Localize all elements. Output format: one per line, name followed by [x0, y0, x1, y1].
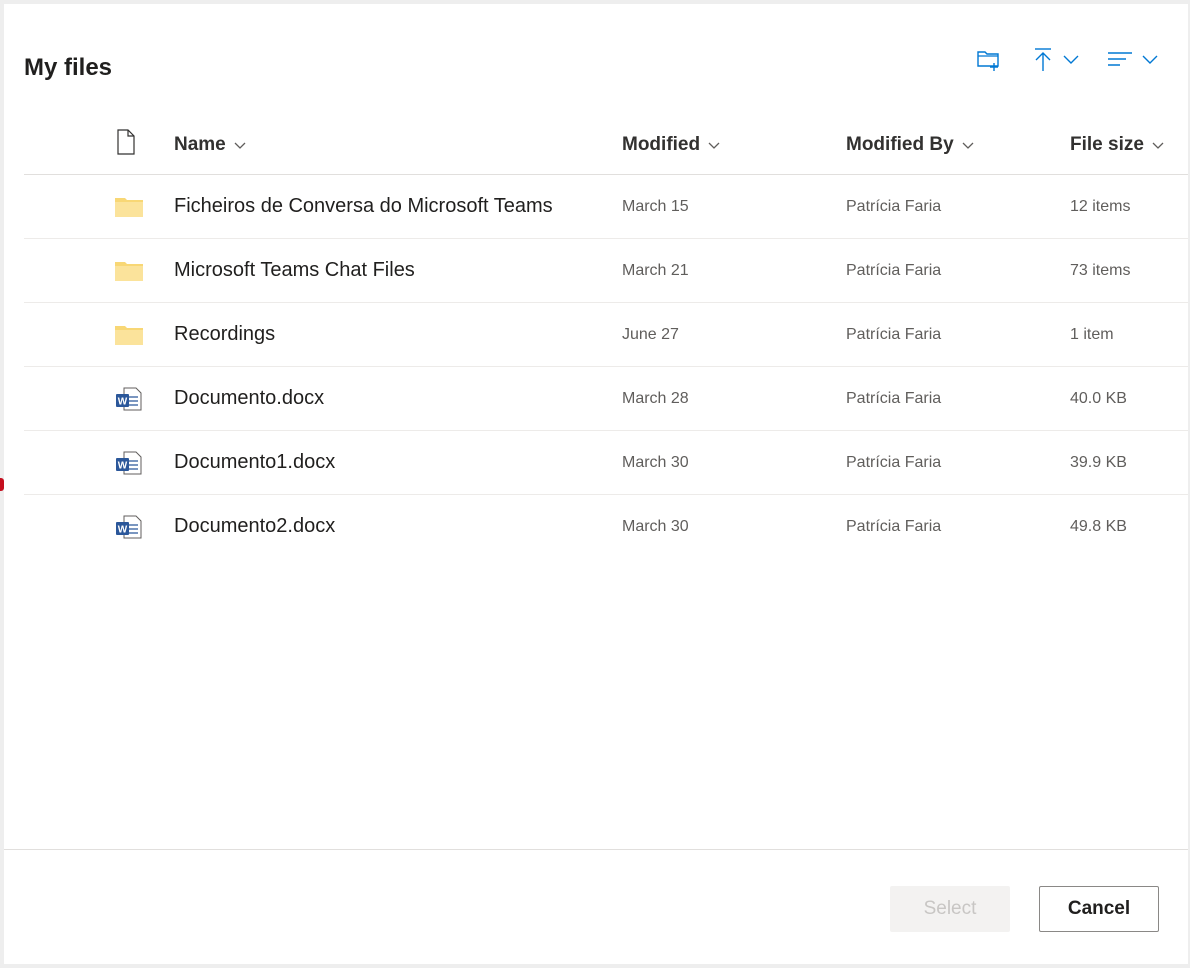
list-item[interactable]: W Documento1.docx March 30 Patrícia Fari…	[24, 431, 1188, 495]
file-picker-dialog: My files Name Modified Modified By File …	[4, 4, 1188, 964]
file-list: Ficheiros de Conversa do Microsoft Teams…	[24, 175, 1188, 558]
item-modified: March 28	[622, 389, 689, 407]
column-header-modified-label: Modified	[622, 134, 701, 155]
item-modified: March 21	[622, 261, 689, 279]
chevron-down-icon	[234, 134, 246, 156]
item-size: 1 item	[1070, 325, 1114, 343]
item-name: Documento2.docx	[174, 515, 336, 537]
item-name: Microsoft Teams Chat Files	[174, 259, 415, 281]
chevron-down-icon	[1141, 53, 1159, 65]
upload-button[interactable]	[1032, 44, 1080, 74]
item-size: 12 items	[1070, 197, 1131, 215]
select-button[interactable]: Select	[890, 886, 1010, 932]
new-folder-button[interactable]	[976, 44, 1002, 74]
svg-text:W: W	[118, 396, 128, 407]
item-name: Documento.docx	[174, 387, 325, 409]
list-item[interactable]: Recordings June 27 Patrícia Faria 1 item	[24, 303, 1188, 367]
footer-divider	[4, 849, 1188, 850]
item-modified-by: Patrícia Faria	[846, 517, 942, 535]
column-header-row: Name Modified Modified By File size	[24, 116, 1188, 175]
upload-icon	[1032, 45, 1054, 73]
item-modified: March 30	[622, 517, 689, 535]
folder-icon	[114, 239, 144, 302]
column-header-modified-by-label: Modified By	[846, 134, 954, 155]
item-size: 49.8 KB	[1070, 517, 1127, 535]
chevron-down-icon	[1152, 134, 1164, 156]
svg-text:W: W	[118, 460, 128, 471]
item-size: 39.9 KB	[1070, 453, 1127, 471]
list-item[interactable]: Ficheiros de Conversa do Microsoft Teams…	[24, 175, 1188, 239]
item-modified: March 30	[622, 453, 689, 471]
list-item[interactable]: W Documento2.docx March 30 Patrícia Fari…	[24, 495, 1188, 558]
column-header-modified-by[interactable]: Modified By	[846, 116, 974, 174]
item-modified-by: Patrícia Faria	[846, 389, 942, 407]
item-modified-by: Patrícia Faria	[846, 261, 942, 279]
item-name: Documento1.docx	[174, 451, 336, 473]
chevron-down-icon	[962, 134, 974, 156]
item-modified-by: Patrícia Faria	[846, 197, 942, 215]
file-type-icon	[116, 129, 136, 161]
column-header-file-type[interactable]	[116, 116, 136, 174]
cancel-button[interactable]: Cancel	[1039, 886, 1159, 932]
word-document-icon: W	[114, 367, 144, 430]
word-document-icon: W	[114, 495, 144, 558]
folder-add-icon	[976, 46, 1002, 72]
svg-text:W: W	[118, 524, 128, 535]
sort-button[interactable]	[1107, 44, 1159, 74]
chevron-down-icon	[1062, 53, 1080, 65]
chevron-down-icon	[708, 134, 720, 156]
folder-icon	[114, 303, 144, 366]
toolbar	[4, 44, 1188, 74]
column-header-name[interactable]: Name	[174, 116, 246, 174]
item-modified: June 27	[622, 325, 679, 343]
item-modified: March 15	[622, 197, 689, 215]
sort-lines-icon	[1107, 49, 1133, 69]
word-document-icon: W	[114, 431, 144, 494]
column-header-modified[interactable]: Modified	[622, 116, 720, 174]
item-size: 73 items	[1070, 261, 1131, 279]
column-header-name-label: Name	[174, 134, 226, 155]
column-header-file-size[interactable]: File size	[1070, 116, 1164, 174]
item-name: Recordings	[174, 323, 276, 345]
item-modified-by: Patrícia Faria	[846, 453, 942, 471]
list-item[interactable]: Microsoft Teams Chat Files March 21 Patr…	[24, 239, 1188, 303]
item-modified-by: Patrícia Faria	[846, 325, 942, 343]
item-name: Ficheiros de Conversa do Microsoft Teams	[174, 195, 553, 217]
folder-icon	[114, 175, 144, 238]
column-header-file-size-label: File size	[1070, 134, 1144, 155]
list-item[interactable]: W Documento.docx March 28 Patrícia Faria…	[24, 367, 1188, 431]
item-size: 40.0 KB	[1070, 389, 1127, 407]
